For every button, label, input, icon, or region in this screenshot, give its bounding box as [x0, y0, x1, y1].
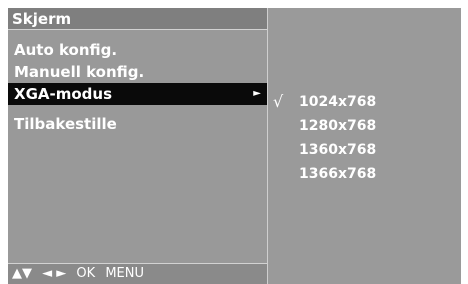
- navigation-hint-bar: ▲▼ ◄ ► OK MENU: [8, 263, 267, 284]
- menu-title: Skjerm: [8, 8, 267, 30]
- resolution-options: √ 1024x768 1280x768 1360x768 1366x768: [268, 90, 461, 186]
- menu-item-label: XGA-modus: [14, 85, 112, 103]
- menu-item-label: Manuell konfig.: [14, 63, 145, 81]
- check-mark-icon: √: [273, 92, 284, 111]
- menu-item-xga-mode[interactable]: XGA-modus ►: [8, 83, 267, 105]
- submenu-arrow-icon: ►: [253, 88, 261, 99]
- up-down-arrows-icon: ▲▼: [12, 266, 32, 281]
- option-1366x768[interactable]: 1366x768: [268, 162, 461, 186]
- option-label: 1280x768: [299, 118, 377, 134]
- menu-item-manual-config[interactable]: Manuell konfig.: [8, 61, 267, 83]
- option-label: 1360x768: [299, 142, 377, 158]
- option-1360x768[interactable]: 1360x768: [268, 138, 461, 162]
- option-label: 1024x768: [299, 94, 377, 110]
- option-1024x768[interactable]: √ 1024x768: [268, 90, 461, 114]
- menu-hint: MENU: [105, 266, 144, 281]
- option-label: 1366x768: [299, 166, 377, 182]
- osd-menu: Skjerm Auto konfig. Manuell konfig. XGA-…: [8, 8, 461, 284]
- menu-left-pane: Skjerm Auto konfig. Manuell konfig. XGA-…: [8, 8, 267, 284]
- left-right-arrows-icon: ◄ ►: [42, 266, 67, 281]
- menu-item-label: Auto konfig.: [14, 41, 118, 59]
- ok-hint: OK: [76, 266, 96, 281]
- submenu-pane: √ 1024x768 1280x768 1360x768 1366x768: [267, 8, 461, 284]
- option-1280x768[interactable]: 1280x768: [268, 114, 461, 138]
- menu-item-reset[interactable]: Tilbakestille: [8, 113, 267, 135]
- menu-item-auto-config[interactable]: Auto konfig.: [8, 39, 267, 61]
- menu-item-label: Tilbakestille: [14, 115, 117, 133]
- menu-list: Auto konfig. Manuell konfig. XGA-modus ►…: [8, 39, 267, 135]
